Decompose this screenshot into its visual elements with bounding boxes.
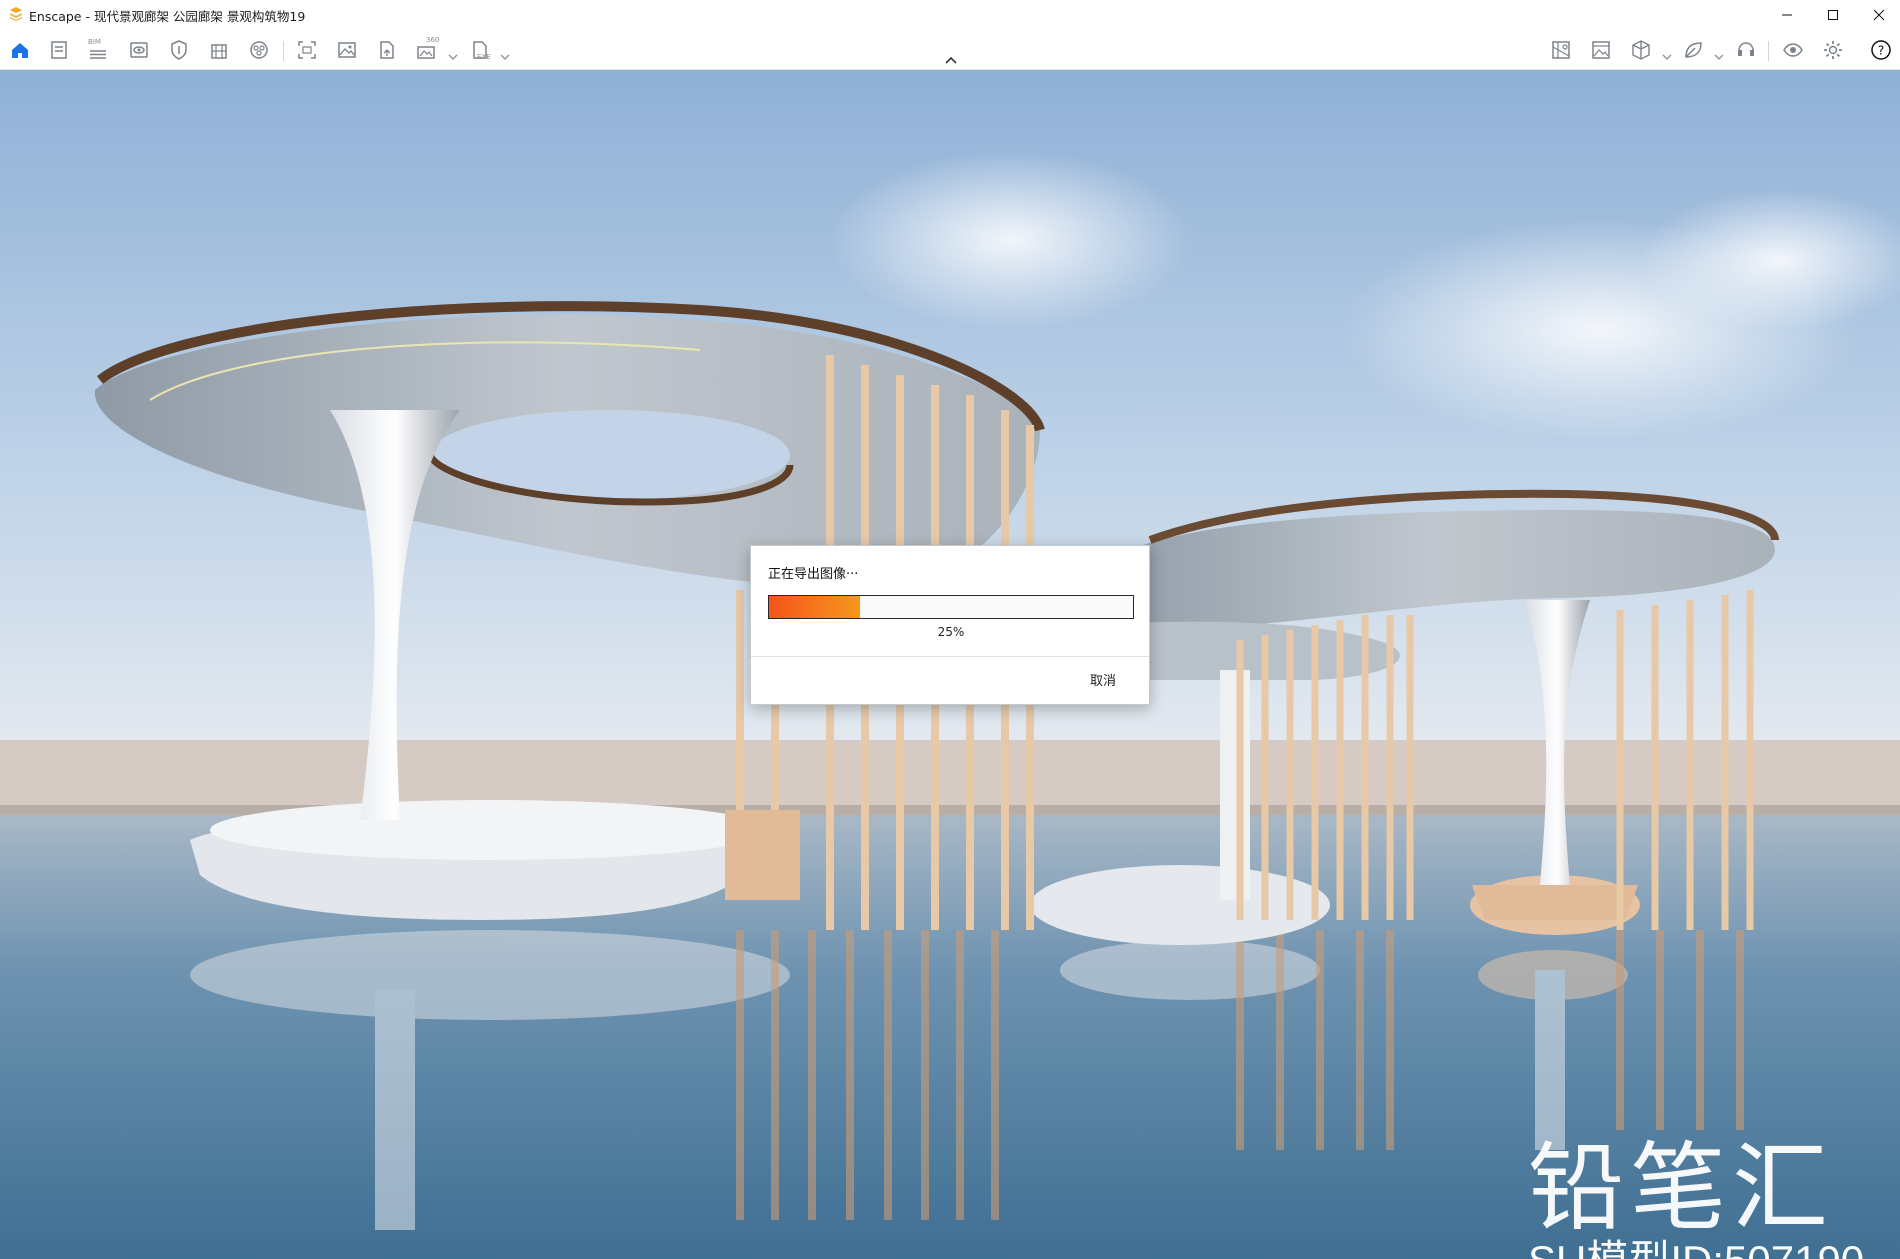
leaf-icon: [1685, 42, 1702, 58]
panorama-label: 360: [426, 36, 440, 44]
headset-icon: [1738, 42, 1754, 56]
screenshot-icon: [298, 41, 316, 59]
maximize-button[interactable]: [1810, 0, 1856, 29]
help-button[interactable]: ?: [1866, 35, 1896, 65]
leaf-dropdown[interactable]: [1714, 46, 1724, 60]
chevron-down-icon: [448, 54, 458, 60]
gallery-icon: [1592, 41, 1610, 59]
materials-icon: [250, 41, 268, 59]
map-icon: [1552, 41, 1570, 59]
file-export-button[interactable]: [372, 35, 402, 65]
settings-icon: [1824, 41, 1842, 59]
enscape-logo-icon: [10, 7, 22, 21]
toolbar-separator: [283, 41, 284, 61]
headset-button[interactable]: [1731, 35, 1761, 65]
window-title: Enscape - 现代景观廊架 公园廊架 景观构筑物19: [29, 9, 306, 24]
maximize-icon: [1828, 9, 1838, 20]
chevron-down-icon: [500, 54, 510, 60]
home-button[interactable]: [5, 35, 35, 65]
settings-button[interactable]: [1818, 35, 1848, 65]
building-icon: [211, 44, 227, 59]
eye-icon: [1783, 43, 1803, 57]
exe-export-button[interactable]: EXE: [465, 35, 495, 65]
leaf-button[interactable]: [1678, 35, 1708, 65]
file-export-icon: [380, 41, 394, 59]
gallery-button[interactable]: [1586, 35, 1616, 65]
panorama-dropdown[interactable]: [448, 46, 458, 60]
panorama-button[interactable]: 360: [412, 35, 442, 65]
home-icon: [12, 43, 28, 58]
chevron-up-icon: [945, 56, 957, 64]
bim-button[interactable]: BIM: [83, 35, 113, 65]
progress-bar: [768, 595, 1134, 619]
dialog-title: 正在导出图像···: [768, 567, 859, 582]
cube-button[interactable]: [1626, 35, 1656, 65]
cube-dropdown[interactable]: [1662, 46, 1672, 60]
document-button[interactable]: [44, 35, 74, 65]
shield-button[interactable]: [164, 35, 194, 65]
close-icon: [1873, 9, 1885, 20]
map-button[interactable]: [1546, 35, 1576, 65]
image-button[interactable]: [332, 35, 362, 65]
building-button[interactable]: [204, 35, 234, 65]
document-icon: [51, 41, 67, 59]
chevron-down-icon: [1662, 54, 1672, 60]
help-glyph: ?: [1878, 44, 1884, 58]
shield-icon: [171, 40, 187, 60]
eye-button[interactable]: [1778, 35, 1808, 65]
dialog-divider: [751, 656, 1149, 657]
minimize-button[interactable]: [1764, 0, 1810, 29]
title-bar: Enscape - 现代景观廊架 公园廊架 景观构筑物19: [0, 0, 1900, 29]
progress-percent: 25%: [937, 625, 965, 639]
cancel-button[interactable]: 取消: [1071, 670, 1135, 694]
view-button[interactable]: [124, 35, 154, 65]
toolbar-separator: [1768, 41, 1769, 61]
exe-label: EXE: [477, 53, 491, 61]
help-icon: ?: [1871, 40, 1891, 60]
minimize-icon: [1782, 14, 1792, 15]
close-button[interactable]: [1856, 0, 1900, 29]
image-icon: [338, 42, 356, 58]
exe-export-dropdown[interactable]: [500, 46, 510, 60]
materials-button[interactable]: [244, 35, 274, 65]
bim-label: BIM: [88, 38, 101, 46]
cube-icon: [1632, 40, 1650, 60]
chevron-down-icon: [1714, 54, 1724, 60]
toolbar-collapse-button[interactable]: [940, 53, 962, 67]
watermark-model-id: SU模型ID:507190: [1528, 1227, 1864, 1259]
progress-fill: [769, 596, 860, 618]
export-progress-dialog: 正在导出图像··· 25% 取消: [750, 545, 1150, 705]
screenshot-button[interactable]: [292, 35, 322, 65]
view-icon: [130, 42, 148, 58]
